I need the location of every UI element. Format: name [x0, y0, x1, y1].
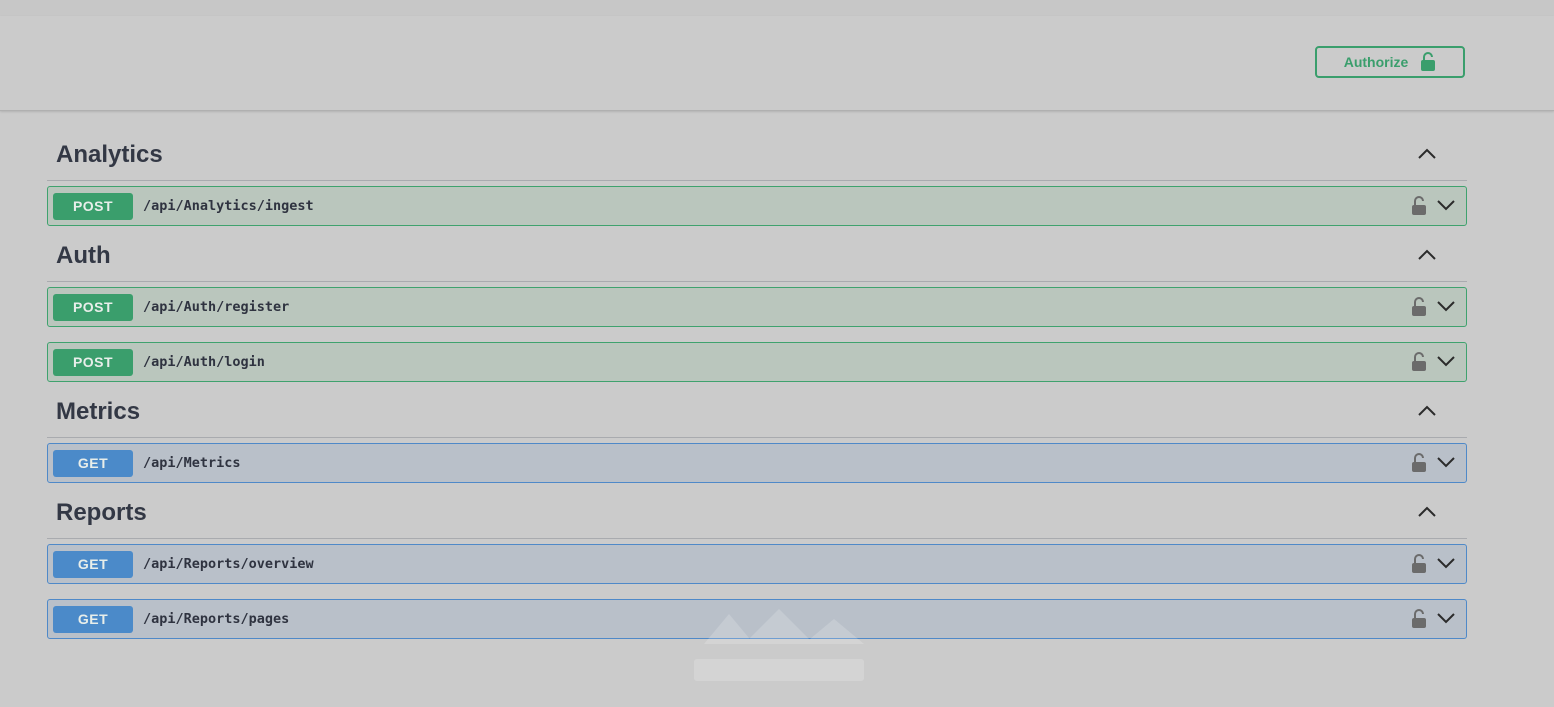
tag-header[interactable]: Analytics — [47, 130, 1467, 181]
operation-row[interactable]: POST/api/Analytics/ingest — [47, 186, 1467, 226]
tag-section-reports: Reports GET/api/Reports/overview GET/api/R… — [47, 488, 1467, 639]
method-badge: GET — [53, 449, 133, 477]
operation-row[interactable]: POST/api/Auth/login — [47, 342, 1467, 382]
chevron-up-icon[interactable] — [1415, 402, 1439, 420]
method-badge: GET — [53, 605, 133, 633]
chevron-down-icon[interactable] — [1436, 354, 1456, 368]
unlocked-lock-icon — [1420, 52, 1436, 72]
method-badge: POST — [53, 293, 133, 321]
tag-title: Metrics — [56, 398, 141, 425]
lock-icon[interactable] — [1410, 351, 1428, 373]
operation-list: POST/api/Analytics/ingest — [47, 181, 1467, 226]
lock-icon[interactable] — [1410, 553, 1428, 575]
operation-list: POST/api/Auth/register POST/api/Auth/logi… — [47, 282, 1467, 382]
authorize-button[interactable]: Authorize — [1315, 46, 1465, 78]
chevron-down-icon[interactable] — [1436, 556, 1456, 570]
tag-title: Analytics — [56, 141, 163, 168]
lock-icon[interactable] — [1410, 608, 1428, 630]
method-badge: POST — [53, 192, 133, 220]
lock-icon[interactable] — [1410, 195, 1428, 217]
lock-icon[interactable] — [1410, 452, 1428, 474]
chevron-up-icon[interactable] — [1415, 145, 1439, 163]
operation-row[interactable]: POST/api/Auth/register — [47, 287, 1467, 327]
operations-container: Analytics POST/api/Analytics/ingest Auth PO… — [47, 130, 1467, 644]
operation-list: GET/api/Metrics — [47, 438, 1467, 483]
operation-path: /api/Reports/pages — [143, 611, 290, 627]
operation-row[interactable]: GET/api/Metrics — [47, 443, 1467, 483]
tag-header[interactable]: Reports — [47, 488, 1467, 539]
scheme-container: Authorize — [0, 16, 1554, 111]
tag-title: Auth — [56, 242, 111, 269]
operation-path: /api/Metrics — [143, 455, 241, 471]
chevron-up-icon[interactable] — [1415, 503, 1439, 521]
method-badge: POST — [53, 348, 133, 376]
operation-path: /api/Auth/login — [143, 354, 265, 370]
chevron-up-icon[interactable] — [1415, 246, 1439, 264]
tag-title: Reports — [56, 499, 147, 526]
chevron-down-icon[interactable] — [1436, 455, 1456, 469]
operation-path: /api/Reports/overview — [143, 556, 314, 572]
authorize-label: Authorize — [1343, 54, 1409, 70]
tag-section-analytics: Analytics POST/api/Analytics/ingest — [47, 130, 1467, 226]
operation-row[interactable]: GET/api/Reports/overview — [47, 544, 1467, 584]
lock-icon[interactable] — [1410, 296, 1428, 318]
top-strip — [0, 0, 1554, 16]
operation-row[interactable]: GET/api/Reports/pages — [47, 599, 1467, 639]
tag-section-metrics: Metrics GET/api/Metrics — [47, 387, 1467, 483]
chevron-down-icon[interactable] — [1436, 299, 1456, 313]
operation-list: GET/api/Reports/overview GET/api/Reports/… — [47, 539, 1467, 639]
tag-section-auth: Auth POST/api/Auth/register POST/api/Auth/… — [47, 231, 1467, 382]
method-badge: GET — [53, 550, 133, 578]
tag-header[interactable]: Auth — [47, 231, 1467, 282]
tag-header[interactable]: Metrics — [47, 387, 1467, 438]
chevron-down-icon[interactable] — [1436, 198, 1456, 212]
operation-path: /api/Analytics/ingest — [143, 198, 314, 214]
chevron-down-icon[interactable] — [1436, 611, 1456, 625]
operation-path: /api/Auth/register — [143, 299, 290, 315]
